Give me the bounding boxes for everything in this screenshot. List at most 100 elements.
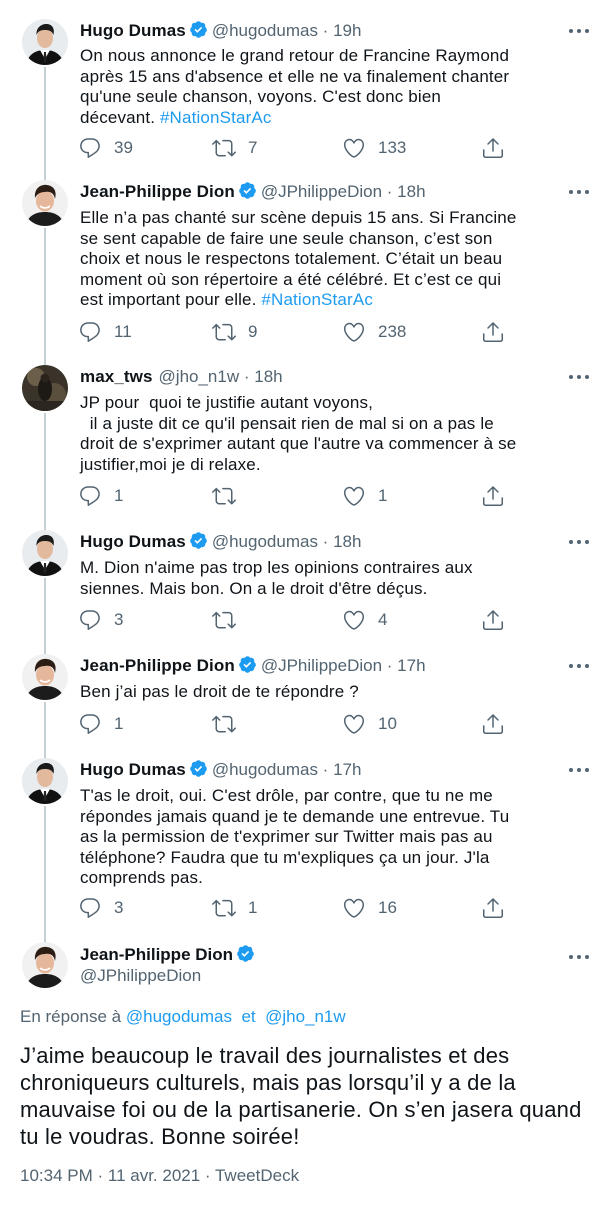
retweet-button[interactable]: 1: [212, 894, 257, 922]
hashtag-link[interactable]: #NationStarAc: [160, 108, 272, 127]
tweet-time[interactable]: 17h: [333, 760, 361, 779]
avatar[interactable]: [22, 365, 68, 411]
reply-button[interactable]: 1: [78, 482, 123, 510]
more-icon[interactable]: [566, 530, 592, 554]
reply-button[interactable]: 1: [78, 710, 123, 738]
separator: ·: [317, 532, 334, 551]
tweet-text-content: T'as le droit, oui. C'est drôle, par con…: [80, 786, 510, 887]
more-icon[interactable]: [566, 758, 592, 782]
author-name[interactable]: Hugo Dumas: [80, 532, 186, 551]
reply-icon: [78, 712, 102, 736]
like-count: 133: [378, 138, 407, 157]
author-name[interactable]: Hugo Dumas: [80, 760, 186, 779]
retweet-icon: [212, 896, 236, 920]
verified-badge-icon: [238, 655, 257, 674]
mention-link[interactable]: @hugodumas: [126, 1007, 232, 1026]
tweet-timestamp[interactable]: 10:34 PM · 11 avr. 2021 · TweetDeck: [20, 1165, 299, 1187]
retweet-button[interactable]: [212, 482, 248, 510]
more-icon[interactable]: [566, 945, 592, 969]
author-name[interactable]: Jean-Philippe Dion: [80, 945, 233, 964]
share-button[interactable]: [481, 710, 517, 738]
author-handle[interactable]: @hugodumas: [212, 532, 318, 551]
retweet-button[interactable]: [212, 710, 248, 738]
tweet-time[interactable]: 17h: [397, 656, 425, 675]
reply-button[interactable]: 11: [78, 318, 132, 346]
author-handle[interactable]: @hugodumas: [212, 760, 318, 779]
author-name[interactable]: Jean-Philippe Dion: [80, 182, 235, 201]
reply-button[interactable]: 39: [78, 134, 133, 162]
author-handle[interactable]: @jho_n1w: [159, 367, 240, 386]
more-icon[interactable]: [566, 654, 592, 678]
like-button[interactable]: 238: [342, 318, 406, 346]
main-author: Jean-Philippe Dion: [80, 943, 259, 967]
avatar[interactable]: [22, 654, 68, 700]
avatar[interactable]: [22, 180, 68, 226]
author-handle[interactable]: @JPhilippeDion: [261, 656, 382, 675]
share-icon: [481, 320, 505, 344]
like-button[interactable]: 10: [342, 710, 397, 738]
retweet-button[interactable]: 9: [212, 318, 257, 346]
tweet-header: Jean-Philippe Dion @JPhilippeDion · 18h: [80, 180, 426, 204]
thread-line: [44, 806, 46, 943]
separator: ·: [382, 182, 398, 201]
retweet-icon: [212, 712, 236, 736]
reply-button[interactable]: 3: [78, 894, 123, 922]
like-icon: [342, 320, 366, 344]
action-bar: 1 10: [78, 710, 518, 738]
verified-badge-icon: [236, 944, 255, 963]
tweet-time[interactable]: 18h: [254, 367, 282, 386]
author-handle[interactable]: @hugodumas: [212, 21, 318, 40]
tweet-text: Elle n’a pas chanté sur scène depuis 15 …: [80, 208, 580, 311]
like-count: 10: [378, 714, 397, 733]
thread-line: [44, 702, 46, 758]
like-count: 1: [378, 486, 388, 505]
more-icon[interactable]: [566, 180, 592, 204]
share-button[interactable]: [481, 894, 517, 922]
more-icon[interactable]: [566, 365, 592, 389]
share-button[interactable]: [481, 606, 517, 634]
tweet-header: Hugo Dumas @hugodumas · 17h: [80, 758, 361, 782]
more-icon[interactable]: [566, 19, 592, 43]
like-button[interactable]: 1: [342, 482, 387, 510]
separator: ·: [382, 656, 398, 675]
reply-icon: [78, 320, 102, 344]
tweet-text: JP pour quoi te justifie autant voyons, …: [80, 393, 580, 475]
author-name[interactable]: Hugo Dumas: [80, 21, 186, 40]
like-button[interactable]: 16: [342, 894, 397, 922]
share-button[interactable]: [481, 134, 517, 162]
retweet-icon: [212, 608, 236, 632]
author-handle[interactable]: @JPhilippeDion: [80, 965, 201, 987]
separator: ·: [317, 760, 334, 779]
avatar[interactable]: [22, 942, 68, 988]
share-button[interactable]: [481, 482, 517, 510]
tweet-header: Hugo Dumas @hugodumas · 19h: [80, 19, 361, 43]
share-icon: [481, 136, 505, 160]
action-bar: 3 4: [78, 606, 518, 634]
reply-button[interactable]: 3: [78, 606, 123, 634]
author-name[interactable]: Jean-Philippe Dion: [80, 656, 235, 675]
mention-link[interactable]: @jho_n1w: [265, 1007, 346, 1026]
like-button[interactable]: 133: [342, 134, 406, 162]
reply-icon: [78, 484, 102, 508]
tweet-time[interactable]: 18h: [333, 532, 361, 551]
avatar[interactable]: [22, 530, 68, 576]
tweet-time[interactable]: 19h: [333, 21, 361, 40]
retweet-button[interactable]: 7: [212, 134, 257, 162]
retweet-button[interactable]: [212, 606, 248, 634]
tweet-text: Ben j’ai pas le droit de te répondre ?: [80, 682, 580, 703]
action-bar: 39 7 133: [78, 134, 518, 162]
main-tweet: Jean-Philippe Dion @JPhilippeDion En rép…: [0, 942, 610, 1210]
avatar[interactable]: [22, 758, 68, 804]
like-button[interactable]: 4: [342, 606, 387, 634]
share-button[interactable]: [481, 318, 517, 346]
verified-badge-icon: [189, 759, 208, 778]
hashtag-link[interactable]: #NationStarAc: [261, 290, 373, 309]
avatar[interactable]: [22, 19, 68, 65]
main-tweet-text: J’aime beaucoup le travail des journalis…: [20, 1043, 582, 1149]
separator: ·: [317, 21, 334, 40]
author-name[interactable]: max_tws: [80, 367, 153, 386]
tweet-header: Hugo Dumas @hugodumas · 18h: [80, 530, 361, 554]
author-handle[interactable]: @JPhilippeDion: [261, 182, 382, 201]
like-icon: [342, 712, 366, 736]
tweet-time[interactable]: 18h: [397, 182, 425, 201]
